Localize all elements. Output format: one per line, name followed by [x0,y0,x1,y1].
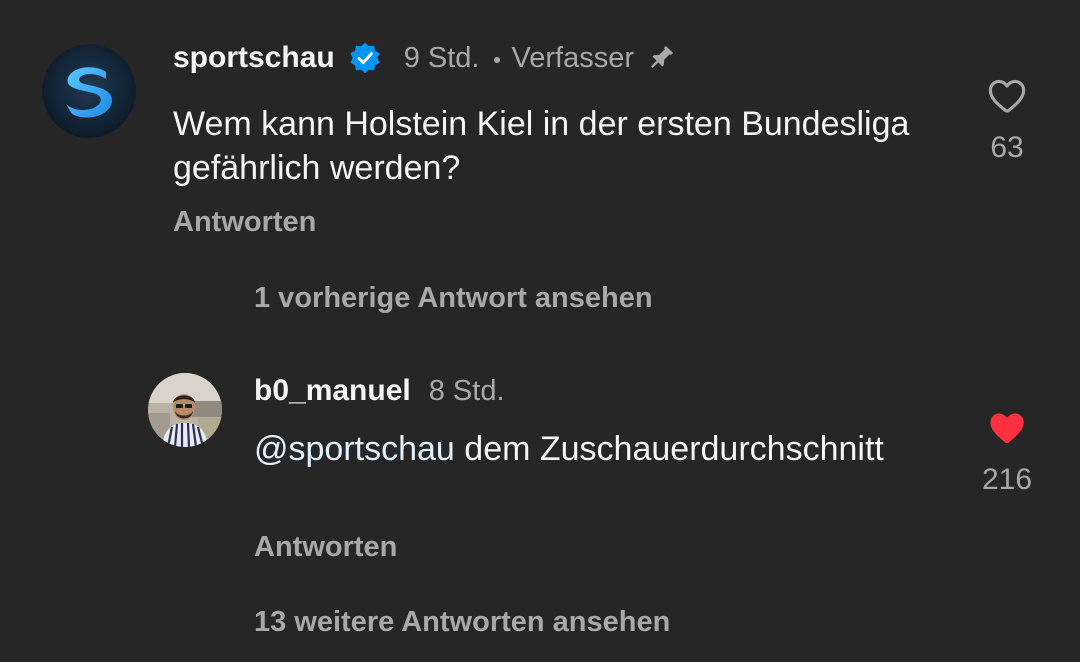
sportschau-logo-icon [42,44,136,138]
reply-button[interactable]: Antworten [173,206,316,239]
reply-header: b0_manuel 8 Std. [254,370,505,412]
verified-badge-icon [350,42,380,74]
reply-reply-button[interactable]: Antworten [254,531,397,564]
reply-like-group: 216 [962,407,1052,497]
comment-text: Wem kann Holstein Kiel in der ersten Bun… [173,105,910,187]
sportschau-avatar[interactable] [42,44,136,138]
reply-text: @sportschau dem Zuschauerdurchschnitt [254,427,934,471]
comment-timestamp: 9 Std. [403,41,480,74]
author-label: Verfasser [511,41,635,74]
user-photo-avatar-icon [148,373,222,447]
view-previous-replies-link[interactable]: 1 vorherige Antwort ansehen [254,282,653,315]
reply-timestamp: 8 Std. [428,374,505,407]
comment-header: sportschau 9 Std. Verfasser [173,36,677,80]
like-count: 63 [990,131,1024,164]
view-more-replies-link[interactable]: 13 weitere Antworten ansehen [254,606,670,639]
b0-manuel-avatar[interactable] [148,373,222,447]
comment-like-group: 63 [962,75,1052,165]
reply-username[interactable]: b0_manuel [254,374,411,408]
reply-body: dem Zuschauerdurchschnitt [464,430,884,468]
comment-thread: sportschau 9 Std. Verfasser Wem kann Hol… [0,0,1080,662]
heart-outline-icon[interactable] [986,75,1028,117]
mention-link[interactable]: @sportschau [254,430,455,468]
separator-dot [493,57,500,63]
comment-username[interactable]: sportschau [173,41,335,75]
reply-like-count: 216 [981,463,1033,496]
pin-icon [650,45,674,69]
heart-filled-icon[interactable] [986,407,1028,449]
